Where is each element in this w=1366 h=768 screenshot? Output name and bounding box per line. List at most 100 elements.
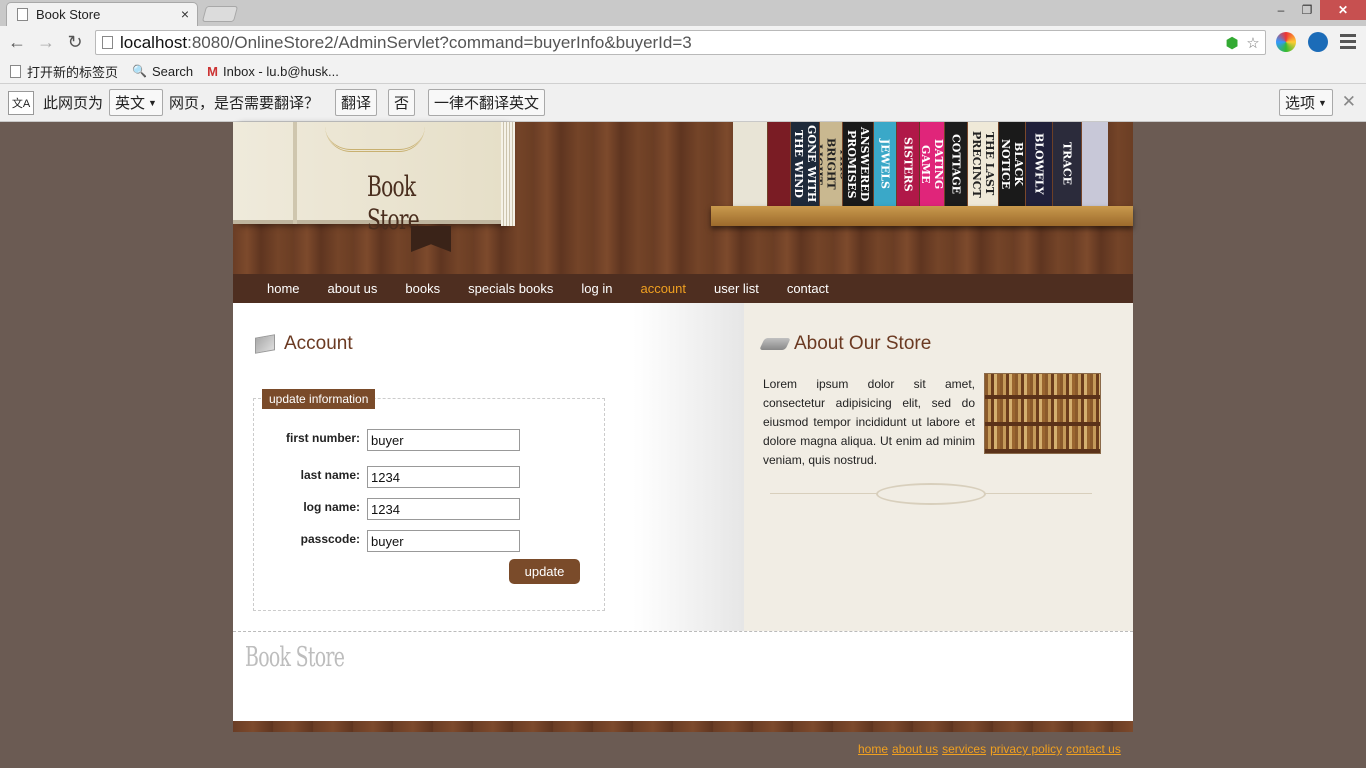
close-window-button[interactable]: ✕ xyxy=(1320,0,1366,20)
restore-button[interactable]: ❐ xyxy=(1294,0,1320,20)
book-spine: THE LAST PRECINCT xyxy=(968,122,998,206)
site-footer: Book Store xyxy=(233,631,1133,721)
book-spine: TRACE xyxy=(1053,122,1081,206)
footer-link-about-us[interactable]: about us xyxy=(892,742,938,756)
shelf-board xyxy=(711,206,1133,226)
window-controls: – ❐ ✕ xyxy=(1268,0,1366,20)
translate-bar: 文A 此网页为 英文 ▼ 网页，是否需要翻译？ 翻译 否 一律不翻译英文 选项 … xyxy=(0,84,1366,122)
close-icon[interactable]: ✕ xyxy=(1342,92,1356,112)
box-icon xyxy=(255,334,275,354)
book-spine: BLACK NOTICE xyxy=(999,122,1025,206)
book-spine: ANSWERED PROMISES xyxy=(843,122,873,206)
forward-arrow-icon[interactable]: → xyxy=(35,31,57,53)
chrome-extension-icon[interactable] xyxy=(1276,32,1296,52)
bookshelf-photo xyxy=(984,373,1101,454)
account-title: Account xyxy=(284,333,353,354)
tab-book-store[interactable]: Book Store × xyxy=(6,2,198,26)
footer-link-contact-us[interactable]: contact us xyxy=(1066,742,1121,756)
footer-wood-strip xyxy=(233,721,1133,732)
book-spine: THIS BRIGHT LIGHT xyxy=(820,122,842,206)
new-tab-button[interactable] xyxy=(201,6,239,22)
footer-link-home[interactable]: home xyxy=(858,742,888,756)
nav-item-account[interactable]: account xyxy=(640,281,686,296)
last-name-field[interactable] xyxy=(367,466,520,488)
bookmark-label: 打开新的标签页 xyxy=(27,64,119,80)
field-label: last name: xyxy=(300,468,360,482)
extension-icon[interactable] xyxy=(1308,32,1328,52)
book-icon xyxy=(759,338,791,350)
nav-item-contact[interactable]: contact xyxy=(787,281,829,296)
never-translate-button[interactable]: 一律不翻译英文 xyxy=(428,89,546,116)
options-label: 选项 xyxy=(1285,95,1316,112)
bookmark-label: Inbox - lu.b@husk... xyxy=(223,63,339,79)
bookmark-ribbon xyxy=(411,226,451,252)
bookmarks-bar: 打开新的标签页 🔍 Search M Inbox - lu.b@husk... xyxy=(0,59,1366,84)
ornament-divider xyxy=(876,483,986,505)
bookmark-inbox[interactable]: M Inbox - lu.b@husk... xyxy=(207,64,339,79)
back-arrow-icon[interactable]: ← xyxy=(6,31,28,53)
book-spine: COTTAGE xyxy=(945,122,967,206)
about-heading: About Our Store xyxy=(759,333,932,355)
book-spine: DATING GAME xyxy=(920,122,944,206)
language-select[interactable]: 英文 ▼ xyxy=(109,89,163,116)
bookmark-star-icon[interactable]: ☆ xyxy=(1244,34,1262,52)
no-translate-button[interactable]: 否 xyxy=(387,89,415,116)
bookshelf-image: GONE WITH THE WIND THIS BRIGHT LIGHT ANSWE… xyxy=(733,122,1133,206)
book-spine: GONE WITH THE WIND xyxy=(791,122,819,206)
logo-book-image: Book Store xyxy=(233,122,515,236)
url-path: :8080/OnlineStore2/AdminServlet?command=… xyxy=(187,32,692,52)
account-heading: Account xyxy=(255,333,353,355)
options-button[interactable]: 选项 ▼ xyxy=(1279,89,1333,116)
tab-strip: Book Store × – ❐ ✕ xyxy=(0,0,1366,26)
book-spine xyxy=(733,122,767,206)
form-legend: update information xyxy=(262,389,376,409)
nav-item-about-us[interactable]: about us xyxy=(328,281,378,296)
nav-item-home[interactable]: home xyxy=(267,281,300,296)
bookmark-new-tab[interactable]: 打开新的标签页 xyxy=(10,62,118,81)
close-tab-icon[interactable]: × xyxy=(181,6,189,22)
menu-icon[interactable] xyxy=(1340,34,1356,52)
nav-item-specials-books[interactable]: specials books xyxy=(468,281,553,296)
translate-prefix: 此网页为 xyxy=(43,95,104,112)
page-icon xyxy=(102,36,113,49)
address-bar[interactable]: localhost:8080/OnlineStore2/AdminServlet… xyxy=(95,30,1266,55)
translate-question: 网页，是否需要翻译？ xyxy=(168,95,319,112)
translate-button[interactable]: 翻译 xyxy=(334,89,377,116)
book-spine: SISTERS xyxy=(897,122,919,206)
book-spine xyxy=(1082,122,1108,206)
about-title: About Our Store xyxy=(794,333,932,354)
nav-item-user-list[interactable]: user list xyxy=(714,281,759,296)
extension-badge-icon[interactable]: ⬢ xyxy=(1223,34,1241,52)
about-text: Lorem ipsum dolor sit amet, consectetur … xyxy=(763,377,975,467)
search-icon: 🔍 xyxy=(132,64,147,78)
update-button[interactable]: update xyxy=(509,559,580,584)
browser-toolbar: ← → ↻ localhost:8080/OnlineStore2/AdminS… xyxy=(0,26,1366,59)
log-name-field[interactable] xyxy=(367,498,520,520)
language-value: 英文 xyxy=(115,95,146,112)
main-nav: home about us books specials books log in acc… xyxy=(233,274,1133,303)
nav-item-log-in[interactable]: log in xyxy=(581,281,612,296)
book-spine: BLOWFLY xyxy=(1026,122,1052,206)
site-header: Book Store GONE WITH THE WIND THIS BRIGHT… xyxy=(233,122,1133,274)
update-form: update information first number: last na… xyxy=(253,389,605,611)
field-label: log name: xyxy=(303,500,360,514)
chevron-down-icon: ▼ xyxy=(148,97,157,108)
minimize-button[interactable]: – xyxy=(1268,0,1294,20)
page-icon xyxy=(17,8,28,21)
footer-logo: Book Store xyxy=(245,642,345,673)
chevron-down-icon: ▼ xyxy=(1318,97,1327,108)
tab-title: Book Store xyxy=(36,7,101,22)
footer-links: home about us services privacy policy contac… xyxy=(858,742,1125,756)
url-host: localhost xyxy=(120,32,188,52)
footer-link-services[interactable]: services xyxy=(942,742,986,756)
gmail-icon: M xyxy=(207,63,219,79)
footer-link-privacy-policy[interactable]: privacy policy xyxy=(990,742,1062,756)
passcode-field[interactable] xyxy=(367,530,520,552)
bookmark-search[interactable]: 🔍 Search xyxy=(132,64,193,79)
nav-item-books[interactable]: books xyxy=(405,281,440,296)
field-label: first number: xyxy=(285,431,360,445)
first-number-field[interactable] xyxy=(367,429,520,451)
reload-icon[interactable]: ↻ xyxy=(64,31,86,53)
about-panel: About Our Store Lorem ipsum dolor sit am… xyxy=(744,303,1133,631)
book-spine: JEWELS xyxy=(874,122,896,206)
